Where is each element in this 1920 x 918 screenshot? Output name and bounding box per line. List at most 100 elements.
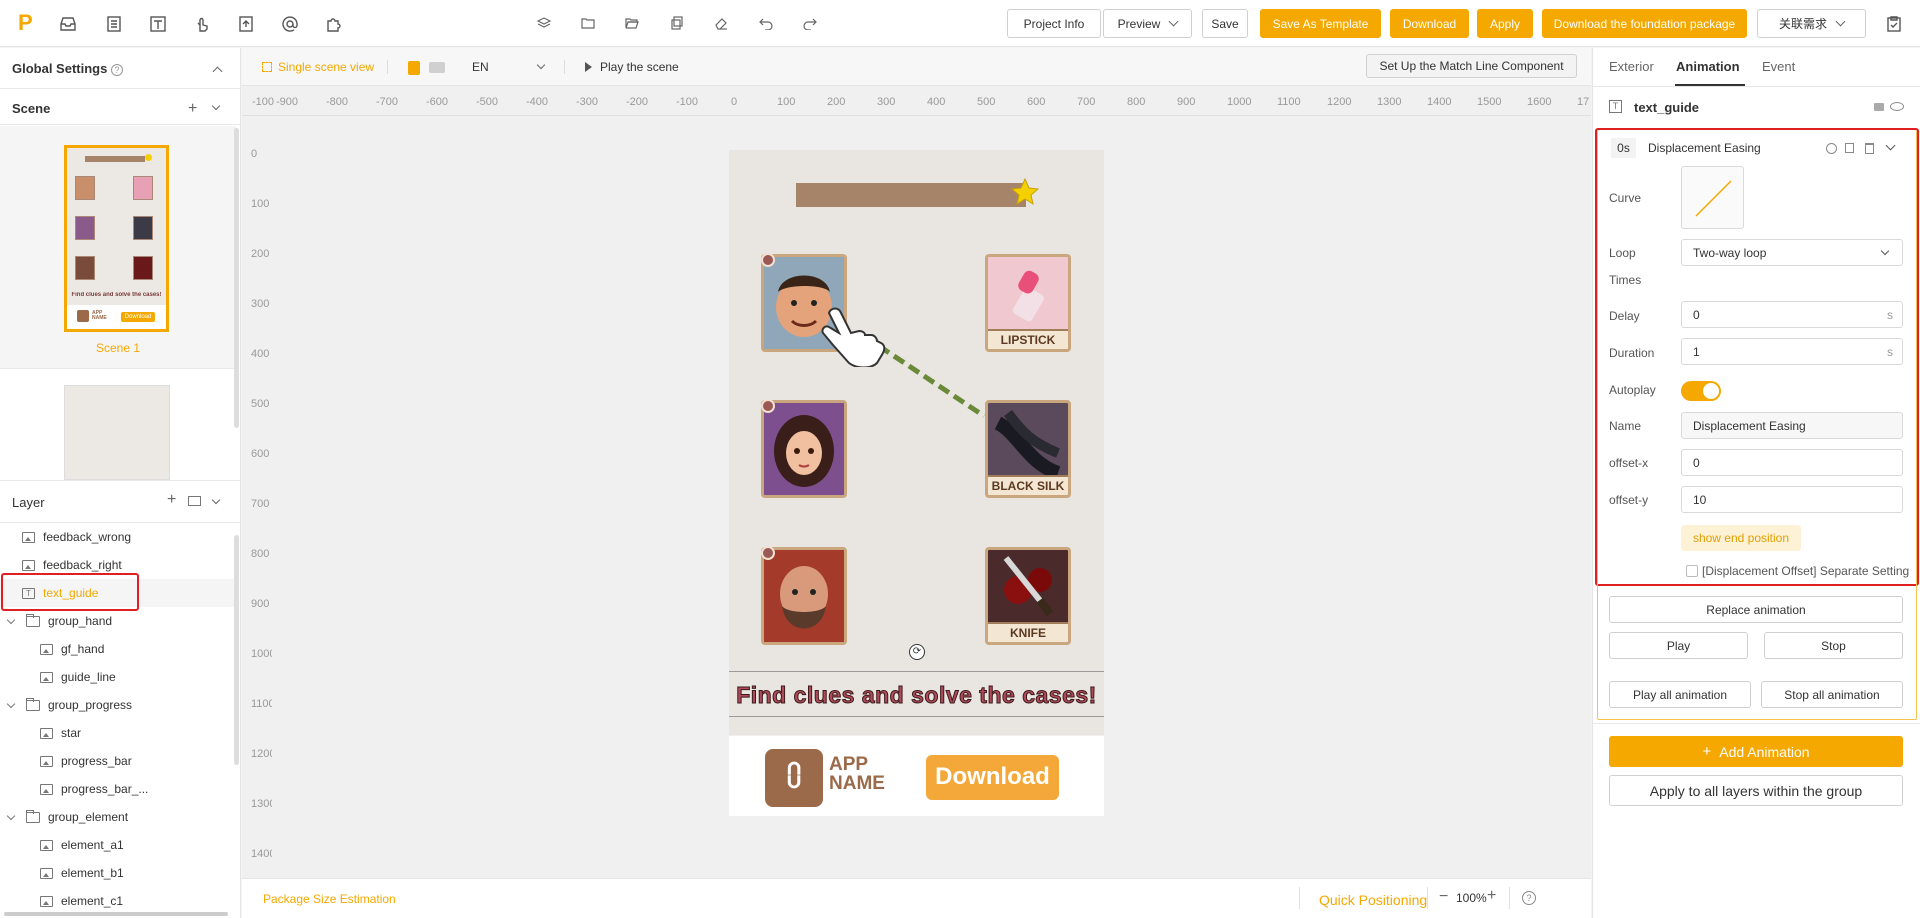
zoom-out-icon[interactable]: −: [1439, 888, 1448, 906]
layer-item[interactable]: element_c1: [40, 887, 123, 915]
chevron-down-icon[interactable]: [211, 495, 221, 505]
text-tool-icon[interactable]: [148, 14, 168, 34]
play-circle-icon[interactable]: [1826, 143, 1837, 154]
plugin-icon[interactable]: [324, 14, 344, 34]
layer-item[interactable]: progress_bar: [40, 747, 132, 775]
layers-icon[interactable]: [536, 16, 553, 32]
tab-animation[interactable]: Animation: [1676, 59, 1740, 74]
color-swatch-gray[interactable]: [429, 62, 445, 73]
apply-button[interactable]: Apply: [1477, 9, 1533, 38]
name-input[interactable]: Displacement Easing: [1681, 412, 1903, 439]
checklist-icon[interactable]: [1884, 14, 1904, 34]
image-icon: [40, 839, 53, 851]
at-icon[interactable]: [280, 14, 300, 34]
layer-item[interactable]: gf_hand: [40, 635, 104, 663]
upload-icon[interactable]: [236, 14, 256, 34]
layer-item[interactable]: element_a1: [40, 831, 124, 859]
folder-icon[interactable]: [581, 16, 597, 32]
replace-animation-button[interactable]: Replace animation: [1609, 596, 1903, 623]
copy-icon[interactable]: [1845, 143, 1854, 153]
offset-x-input[interactable]: 0: [1681, 449, 1903, 476]
text-guide[interactable]: Find clues and solve the cases!: [729, 682, 1104, 709]
duration-input[interactable]: 1s: [1681, 338, 1903, 365]
inbox-icon[interactable]: [58, 14, 78, 34]
play-all-button[interactable]: Play all animation: [1609, 681, 1751, 708]
layer-label: progress_bar_...: [61, 782, 149, 796]
image-icon: [40, 643, 53, 655]
curve-label: Curve: [1609, 191, 1642, 205]
scene-stage[interactable]: LIPSTICK BLACK SILK KNIFE ⟳ Find clues a…: [729, 150, 1104, 735]
footer-banner[interactable]: ⩇ APP NAME Download: [729, 736, 1104, 816]
show-end-position-button[interactable]: show end position: [1681, 525, 1801, 551]
eye-icon[interactable]: [1890, 102, 1904, 111]
play-scene-button[interactable]: Play the scene: [585, 60, 679, 74]
single-scene-view-toggle[interactable]: Single scene view: [262, 60, 374, 74]
trash-icon[interactable]: [1865, 143, 1874, 154]
ruler-tick: -600: [426, 96, 449, 108]
lock-icon[interactable]: [1874, 103, 1884, 111]
layer-item[interactable]: element_b1: [40, 859, 124, 887]
layer-group[interactable]: group_element: [6, 803, 128, 831]
project-info-button[interactable]: Project Info: [1007, 9, 1101, 38]
collapse-icon[interactable]: [212, 66, 223, 77]
tab-exterior[interactable]: Exterior: [1609, 59, 1654, 74]
thumb-card: [133, 216, 153, 240]
folder-icon[interactable]: [188, 496, 201, 506]
scene-2-thumbnail[interactable]: [64, 385, 170, 480]
cta-download-button[interactable]: Download: [926, 755, 1059, 800]
curve-editor[interactable]: [1681, 166, 1744, 229]
list-icon[interactable]: [104, 14, 124, 34]
layer-label: element_b1: [61, 866, 124, 880]
play-button[interactable]: Play: [1609, 632, 1748, 659]
add-animation-button[interactable]: + Add Animation: [1609, 736, 1903, 767]
add-scene-icon[interactable]: +: [188, 100, 197, 118]
eraser-icon[interactable]: [714, 16, 730, 32]
layer-item[interactable]: star: [40, 719, 81, 747]
redo-icon[interactable]: [803, 16, 819, 32]
scene-scrollbar[interactable]: [234, 128, 239, 428]
global-settings-header[interactable]: Global Settings ?: [12, 61, 123, 76]
scene-1-thumbnail[interactable]: Find clues and solve the cases! APP NAME…: [64, 145, 169, 332]
language-select[interactable]: EN: [472, 57, 556, 77]
zoom-in-icon[interactable]: +: [1487, 887, 1496, 905]
image-icon: [40, 867, 53, 879]
autoplay-toggle[interactable]: [1681, 381, 1721, 401]
offset-y-input[interactable]: 10: [1681, 486, 1903, 513]
open-folder-icon[interactable]: [625, 16, 641, 32]
color-swatch-accent[interactable]: [408, 61, 420, 75]
undo-icon[interactable]: [759, 16, 775, 32]
layer-item[interactable]: progress_bar_...: [40, 775, 148, 803]
separate-setting-checkbox[interactable]: [1686, 565, 1698, 577]
quick-positioning-link[interactable]: Quick Positioning: [1319, 892, 1427, 908]
thumb-star: [145, 154, 152, 161]
hand-tool-icon[interactable]: [192, 14, 212, 34]
download-button[interactable]: Download: [1390, 9, 1469, 38]
stop-button[interactable]: Stop: [1764, 632, 1903, 659]
copy-icon[interactable]: [670, 16, 686, 32]
layer-item[interactable]: feedback_wrong: [22, 523, 131, 551]
loop-select[interactable]: Two-way loop: [1681, 239, 1903, 266]
save-button[interactable]: Save: [1202, 9, 1248, 38]
preview-dropdown[interactable]: Preview: [1103, 9, 1192, 38]
tab-event[interactable]: Event: [1762, 59, 1795, 74]
rotate-handle-icon[interactable]: ⟳: [909, 644, 925, 660]
save-as-template-button[interactable]: Save As Template: [1260, 9, 1381, 38]
layer-scrollbar[interactable]: [234, 535, 239, 765]
layer-group[interactable]: group_progress: [6, 691, 132, 719]
help-icon[interactable]: ?: [1522, 891, 1536, 905]
chevron-down-icon[interactable]: [211, 101, 221, 111]
package-size-link[interactable]: Package Size Estimation: [263, 892, 396, 906]
apply-to-group-button[interactable]: Apply to all layers within the group: [1609, 775, 1903, 806]
ruler-tick: 500: [977, 96, 996, 108]
layer-item[interactable]: guide_line: [40, 663, 116, 691]
layer-group[interactable]: group_hand: [6, 607, 112, 635]
stop-all-button[interactable]: Stop all animation: [1761, 681, 1903, 708]
match-line-button[interactable]: Set Up the Match Line Component: [1366, 54, 1577, 78]
delay-input[interactable]: 0s: [1681, 301, 1903, 328]
horizontal-scrollbar[interactable]: [4, 912, 228, 916]
help-icon[interactable]: ?: [110, 64, 123, 76]
related-requirements-dropdown[interactable]: 关联需求: [1757, 9, 1866, 38]
add-layer-icon[interactable]: +: [167, 491, 176, 509]
download-foundation-button[interactable]: Download the foundation package: [1542, 9, 1747, 38]
gf-hand-icon[interactable]: [819, 305, 889, 369]
